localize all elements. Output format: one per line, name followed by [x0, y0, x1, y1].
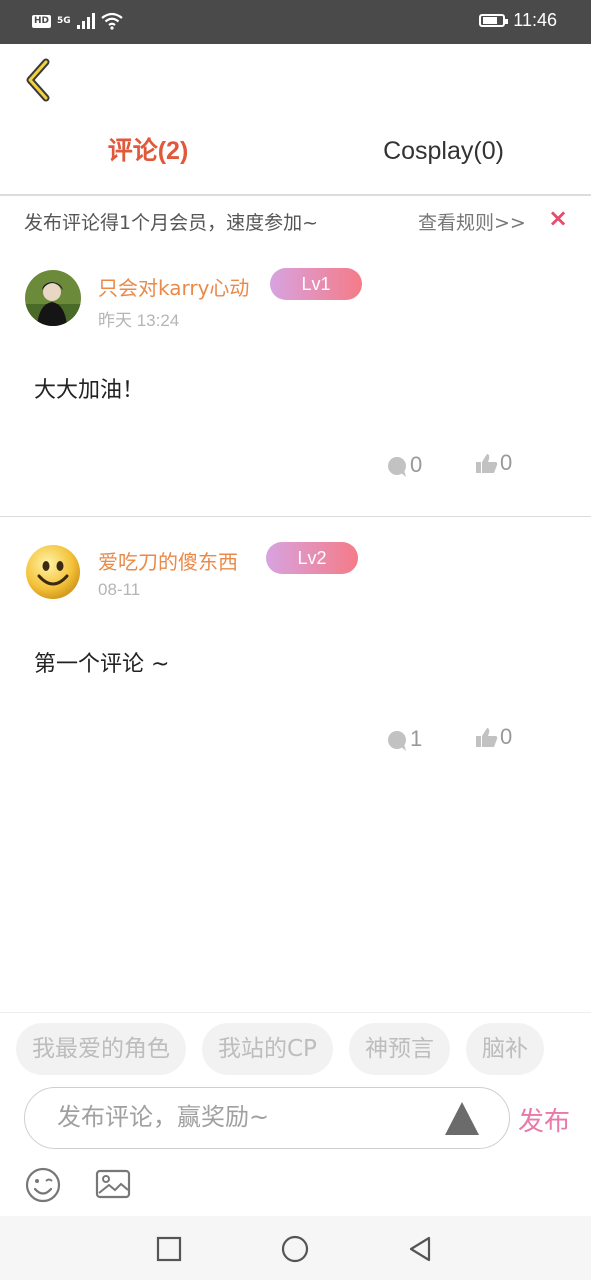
- triangle-back-icon: [409, 1236, 431, 1262]
- status-bar: HD 5G 11:46: [0, 0, 591, 44]
- level-badge: Lv1: [270, 268, 362, 300]
- comment-text: 大大加油！: [34, 378, 145, 403]
- comment-bubble-icon: [388, 731, 406, 751]
- smiley-face-icon: [26, 545, 80, 599]
- reply-count: 1: [410, 726, 423, 751]
- wifi-icon: [100, 12, 123, 30]
- publish-button[interactable]: 发布: [518, 1101, 570, 1138]
- battery-icon: [479, 14, 509, 27]
- chevron-left-icon: [26, 58, 50, 102]
- reply-button[interactable]: 0: [386, 452, 422, 478]
- topic-chips: 我最爱的角色 我站的CP 神预言 脑补: [16, 1023, 544, 1075]
- close-icon[interactable]: ×: [548, 204, 568, 232]
- signal-icon: [76, 13, 95, 29]
- like-count: 0: [500, 724, 513, 749]
- comment-item: 爱吃刀的傻东西 Lv2 08-11 第一个评论 ~ 1 0: [0, 526, 591, 786]
- username[interactable]: 爱吃刀的傻东西: [98, 546, 238, 575]
- status-left: HD 5G: [32, 12, 123, 30]
- topic-chip[interactable]: 脑补: [465, 1023, 544, 1075]
- reply-count: 0: [410, 452, 423, 477]
- compose-panel: 我最爱的角色 我站的CP 神预言 脑补 发布: [0, 1012, 591, 1217]
- comment-item: 只会对karry心动 Lv1 昨天 13:24 大大加油！ 0 0: [0, 250, 591, 517]
- view-rules-link[interactable]: 查看规则>>: [418, 208, 526, 235]
- like-count: 0: [500, 450, 513, 475]
- hd-indicator: HD: [32, 14, 52, 28]
- reply-button[interactable]: 1: [386, 726, 422, 752]
- user-photo-icon: [25, 270, 81, 326]
- comment-text: 第一个评论 ~: [34, 652, 170, 677]
- comment-input-box: [24, 1087, 510, 1149]
- comment-time: 08-11: [98, 580, 141, 599]
- level-badge: Lv2: [266, 542, 358, 574]
- topic-chip[interactable]: 我最爱的角色: [16, 1023, 186, 1075]
- like-button[interactable]: 0: [476, 724, 512, 750]
- triangle-icon[interactable]: [445, 1102, 479, 1135]
- username[interactable]: 只会对karry心动: [98, 272, 249, 301]
- like-button[interactable]: 0: [476, 450, 512, 476]
- status-right: 11:46: [479, 10, 557, 31]
- recent-apps-button[interactable]: [154, 1234, 184, 1264]
- avatar[interactable]: [25, 544, 81, 600]
- system-nav-bar: [0, 1216, 591, 1280]
- square-icon: [156, 1236, 182, 1262]
- network-indicator: 5G: [57, 16, 71, 26]
- tab-cosplay[interactable]: Cosplay(0): [296, 118, 591, 184]
- image-button[interactable]: [94, 1165, 134, 1205]
- comment-time: 昨天 13:24: [98, 311, 180, 330]
- nav-back-button[interactable]: [405, 1234, 435, 1264]
- topic-chip[interactable]: 神预言: [348, 1023, 450, 1075]
- notice-text: 发布评论得1个月会员，速度参加~: [24, 212, 319, 234]
- tab-comments[interactable]: 评论(2): [0, 118, 296, 184]
- clock: 11:46: [513, 10, 557, 30]
- emoji-button[interactable]: [24, 1165, 64, 1205]
- avatar[interactable]: [25, 270, 81, 326]
- circle-icon: [281, 1235, 309, 1263]
- thumbs-up-icon: [476, 728, 498, 747]
- topic-chip[interactable]: 我站的CP: [202, 1023, 333, 1075]
- back-button[interactable]: [20, 56, 60, 104]
- emoji-icon: [25, 1167, 61, 1203]
- thumbs-up-icon: [476, 454, 498, 473]
- image-icon: [95, 1169, 131, 1199]
- tab-bar: 评论(2) Cosplay(0): [0, 118, 591, 196]
- home-button[interactable]: [280, 1234, 310, 1264]
- comment-bubble-icon: [388, 457, 406, 477]
- comment-input[interactable]: [55, 1102, 429, 1132]
- promo-notice: 发布评论得1个月会员，速度参加~ 查看规则>> ×: [0, 196, 591, 246]
